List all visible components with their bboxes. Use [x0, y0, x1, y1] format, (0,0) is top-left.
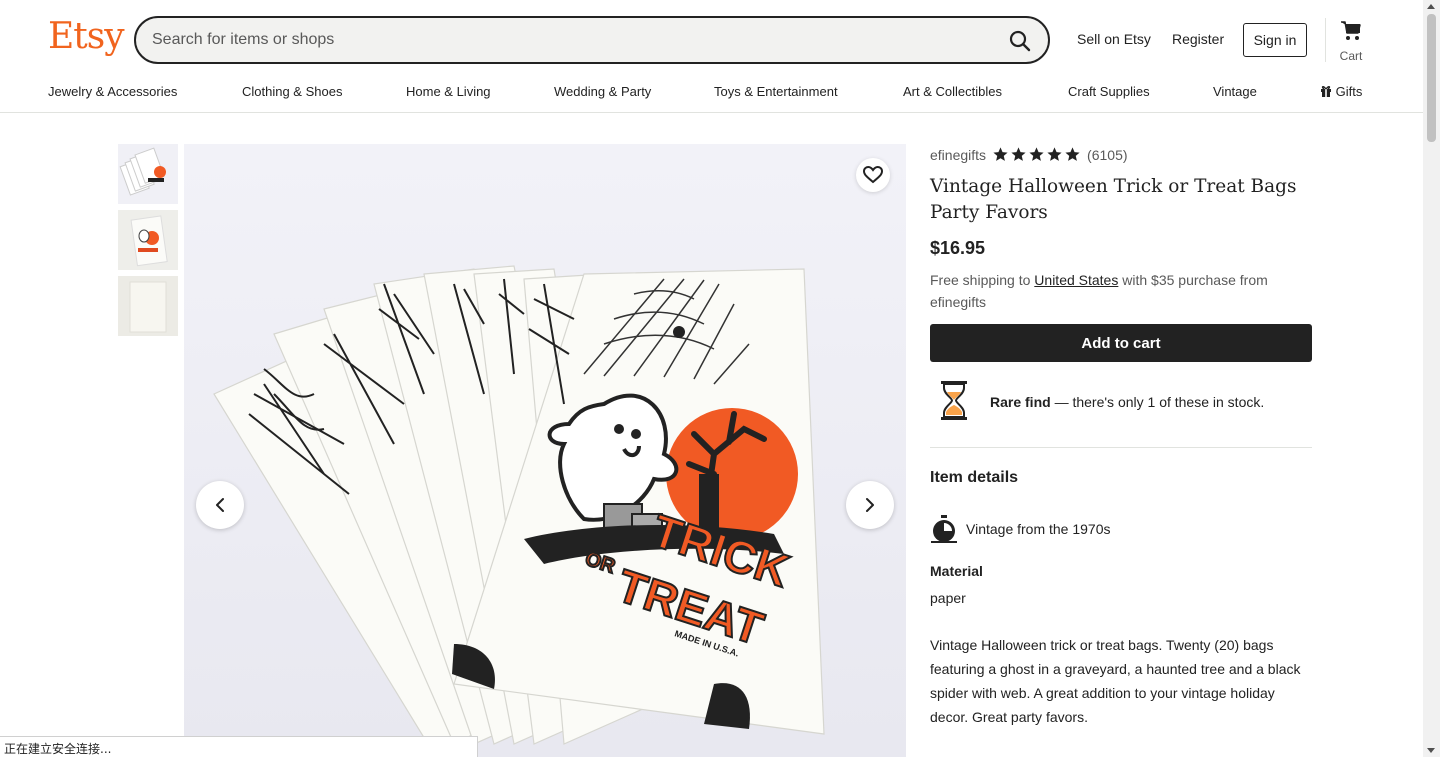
shop-info: efinegifts (6105) [930, 146, 1128, 163]
section-divider [930, 447, 1312, 448]
chevron-left-icon [216, 498, 224, 512]
star-icon [1047, 147, 1062, 161]
thumbnail-2-image [118, 210, 178, 270]
category-nav: Jewelry & Accessories Clothing & Shoes H… [0, 84, 1423, 102]
search-button[interactable] [1004, 25, 1036, 57]
rare-find-rest: — there's only 1 of these in stock. [1050, 394, 1265, 410]
stopwatch-icon [931, 515, 957, 543]
rare-find-notice: Rare find — there's only 1 of these in s… [930, 378, 1312, 424]
shipping-prefix: Free shipping to [930, 272, 1035, 288]
previous-image-button[interactable] [196, 481, 244, 529]
header-divider [1325, 18, 1326, 62]
category-art[interactable]: Art & Collectibles [903, 84, 1002, 99]
rare-find-text: Rare find — there's only 1 of these in s… [990, 394, 1264, 410]
category-vintage[interactable]: Vintage [1213, 84, 1257, 99]
item-details-heading[interactable]: Item details [930, 469, 1018, 487]
page-scrollbar[interactable] [1423, 0, 1440, 757]
star-icon [993, 147, 1008, 161]
trick-or-treat-bags-image: OR TRICK TREAT MADE IN U.S.A. [184, 144, 906, 757]
listing-description: Vintage Halloween trick or treat bags. T… [930, 637, 1301, 725]
gift-icon [1321, 86, 1331, 97]
chevron-right-icon [866, 498, 874, 512]
star-rating[interactable] [992, 146, 1081, 163]
rare-find-bold: Rare find [990, 394, 1051, 410]
thumbnail-3[interactable] [118, 276, 178, 336]
category-home[interactable]: Home & Living [406, 84, 491, 99]
browser-status-bar: 正在建立安全连接... [0, 736, 478, 757]
site-header: Etsy Sell on Etsy Register Sign in Cart [0, 0, 1423, 113]
review-count[interactable]: (6105) [1087, 147, 1127, 163]
star-icon [1011, 147, 1026, 161]
category-wedding[interactable]: Wedding & Party [554, 84, 651, 99]
register-link[interactable]: Register [1172, 31, 1224, 47]
category-gifts[interactable]: Gifts [1320, 84, 1362, 99]
cart-button[interactable]: Cart [1334, 20, 1368, 63]
thumbnail-2[interactable] [118, 210, 178, 270]
vintage-info: Vintage from the 1970s [930, 514, 1111, 544]
listing-price: $16.95 [930, 238, 986, 258]
sell-on-etsy-link[interactable]: Sell on Etsy [1077, 31, 1151, 47]
vintage-text: Vintage from the 1970s [966, 521, 1111, 537]
gifts-label: Gifts [1335, 84, 1363, 99]
cart-icon [1341, 21, 1361, 40]
category-jewelry[interactable]: Jewelry & Accessories [48, 84, 177, 99]
sign-in-button[interactable]: Sign in [1243, 23, 1307, 57]
shop-name-link[interactable]: efinegifts [930, 147, 986, 163]
cart-label: Cart [1339, 49, 1363, 63]
heart-icon [863, 166, 883, 184]
category-craft[interactable]: Craft Supplies [1068, 84, 1150, 99]
search-bar [134, 16, 1050, 64]
favorite-button[interactable] [856, 158, 890, 192]
hourglass-icon [941, 381, 967, 420]
listing-main-image: OR TRICK TREAT MADE IN U.S.A. [184, 144, 906, 757]
star-icon [1065, 147, 1080, 161]
material-value: paper [930, 590, 966, 606]
thumbnail-3-image [118, 276, 178, 336]
thumbnail-1[interactable] [118, 144, 178, 204]
add-to-cart-button[interactable]: Add to cart [930, 324, 1312, 362]
listing-title: Vintage Halloween Trick or Treat Bags Pa… [930, 176, 1297, 223]
scroll-up-arrow-icon[interactable] [1427, 4, 1435, 9]
star-icon [1029, 147, 1044, 161]
etsy-logo[interactable]: Etsy [48, 16, 125, 57]
category-clothing[interactable]: Clothing & Shoes [242, 84, 342, 99]
page: Etsy Sell on Etsy Register Sign in Cart [0, 0, 1440, 757]
scrollbar-thumb[interactable] [1427, 14, 1436, 142]
shipping-country-link[interactable]: United States [1034, 272, 1118, 288]
shipping-info: Free shipping to United States with $35 … [930, 269, 1310, 313]
next-image-button[interactable] [846, 481, 894, 529]
material-heading: Material [930, 563, 983, 579]
thumbnail-1-image [118, 144, 178, 204]
search-input[interactable] [152, 28, 992, 52]
search-icon [1009, 30, 1031, 52]
scroll-down-arrow-icon[interactable] [1427, 748, 1435, 753]
category-toys[interactable]: Toys & Entertainment [714, 84, 838, 99]
